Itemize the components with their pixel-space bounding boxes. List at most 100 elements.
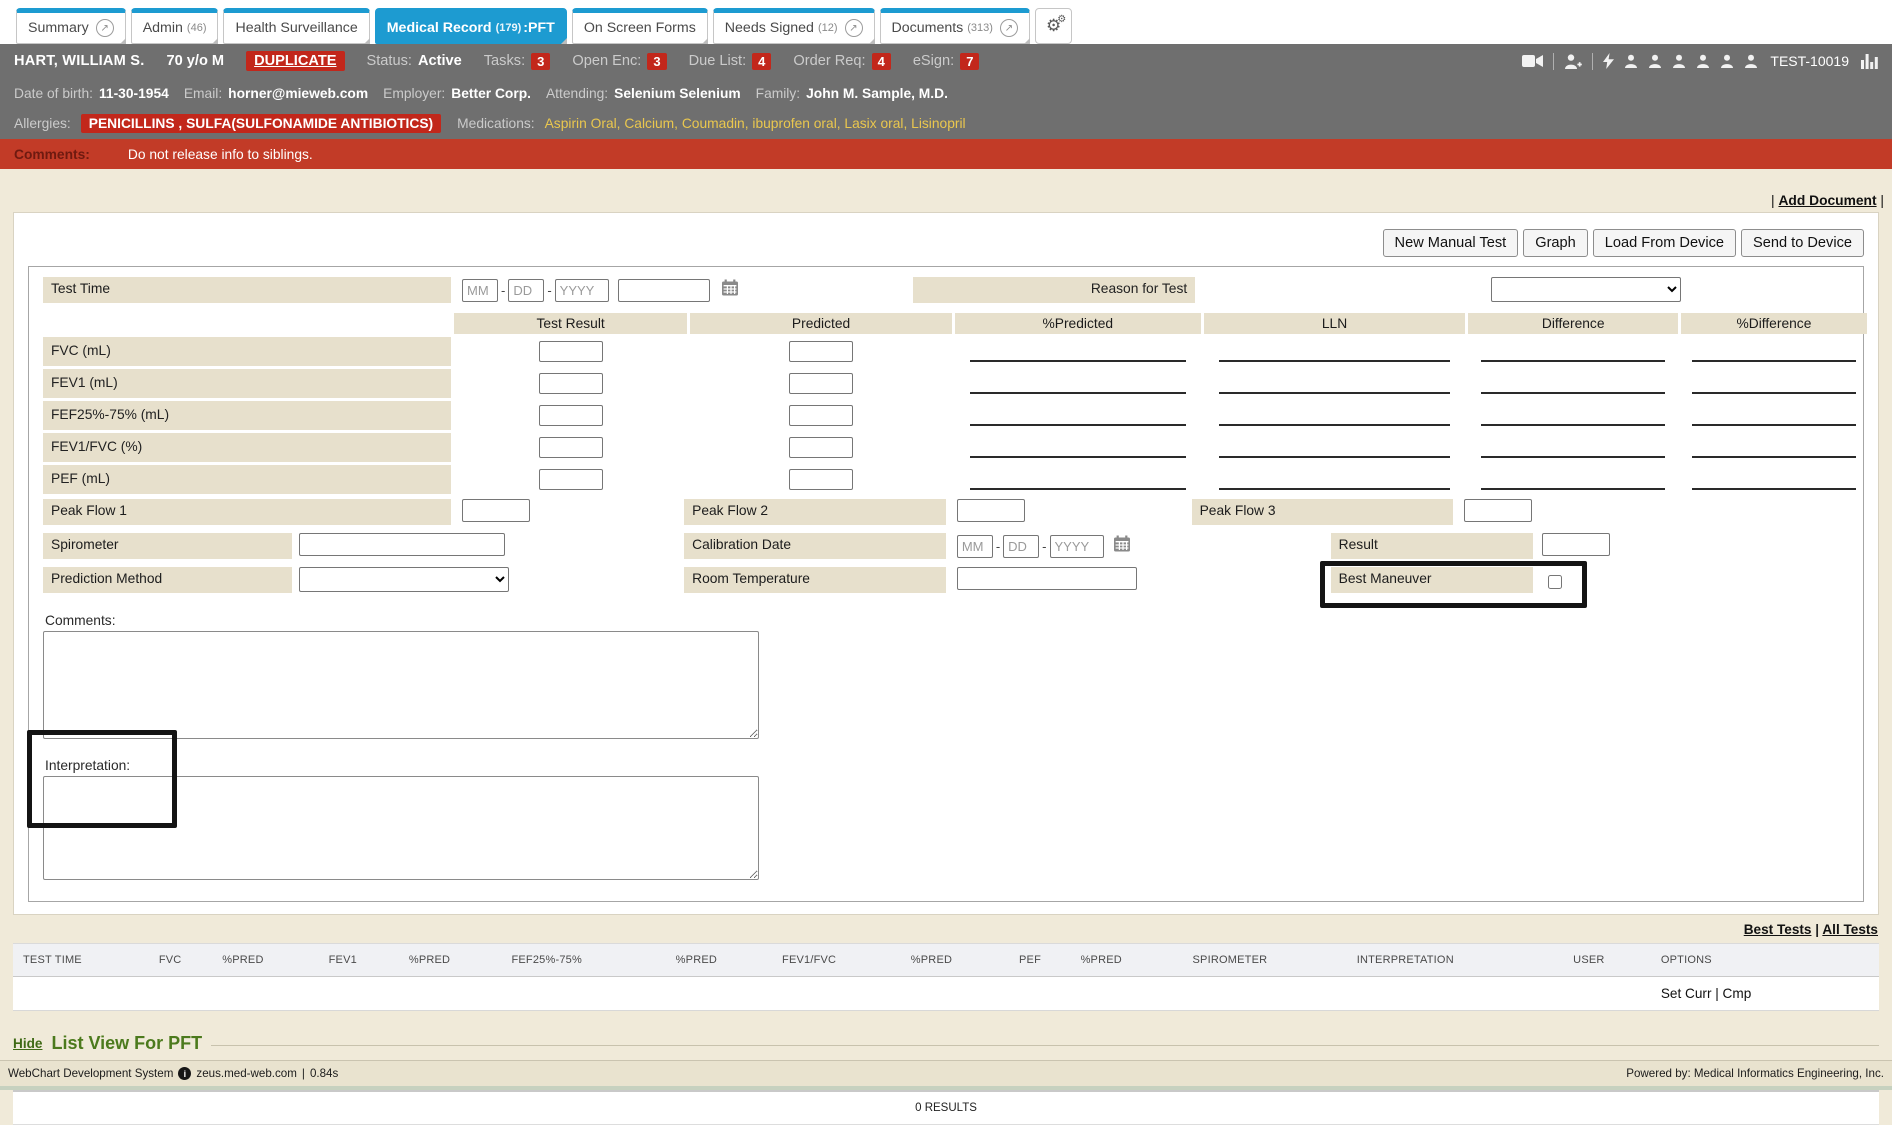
room-temperature-input[interactable]: [957, 567, 1138, 590]
tab-bar: Summary ↗ Admin (46) Health Surveillance…: [0, 0, 1892, 44]
footer-bar: WebChart Development System i zeus.med-w…: [0, 1060, 1892, 1086]
pef-predicted-input[interactable]: [789, 469, 853, 490]
open-chart-icon[interactable]: ↗: [1000, 19, 1018, 37]
graph-button[interactable]: Graph: [1523, 229, 1588, 257]
set-curr-cmp-links[interactable]: Set Curr | Cmp: [1657, 977, 1879, 1011]
order-req-badge[interactable]: 4: [872, 53, 891, 70]
fev1fvc-pct-difference-blank: [1681, 433, 1867, 462]
tab-label: Health Surveillance: [235, 20, 357, 36]
allergies-label: Allergies:: [14, 116, 71, 131]
bar-chart-icon[interactable]: [1861, 54, 1878, 69]
col-header-predicted: Predicted: [690, 313, 952, 334]
tab-summary[interactable]: Summary ↗: [16, 8, 126, 44]
video-visit-icon[interactable]: [1522, 54, 1543, 68]
peak-flow-3-input[interactable]: [1464, 499, 1532, 522]
fef-test-result-input[interactable]: [539, 405, 603, 426]
test-time-year-input[interactable]: [555, 279, 609, 302]
employer-label: Employer:: [383, 86, 445, 101]
calibration-day-input[interactable]: [1003, 535, 1039, 558]
tab-count: (179): [496, 22, 522, 34]
pef-test-result-input[interactable]: [539, 469, 603, 490]
reason-for-test-select[interactable]: [1491, 277, 1681, 302]
user-icon[interactable]: [1744, 54, 1758, 68]
fev1fvc-predicted-input[interactable]: [789, 437, 853, 458]
medications-list: Aspirin Oral, Calcium, Coumadin, ibuprof…: [545, 116, 966, 131]
due-list-badge[interactable]: 4: [752, 53, 771, 70]
interpretation-label: Interpretation:: [45, 758, 1849, 773]
fvc-pct-predicted-blank: [955, 337, 1201, 366]
fev1-predicted-input[interactable]: [789, 373, 853, 394]
allergies-badge[interactable]: PENICILLINS , SULFA(SULFONAMIDE ANTIBIOT…: [81, 114, 441, 133]
tasks-badge[interactable]: 3: [531, 53, 550, 70]
user-icon[interactable]: [1624, 54, 1638, 68]
results-col-pred3: %PRED: [672, 944, 778, 977]
add-person-icon[interactable]: [1564, 54, 1582, 69]
open-chart-icon[interactable]: ↗: [96, 19, 114, 37]
test-time-month-input[interactable]: [462, 279, 498, 302]
test-time-time-input[interactable]: [618, 279, 710, 302]
user-icon[interactable]: [1672, 54, 1686, 68]
open-enc-label: Open Enc:: [572, 53, 641, 69]
tab-needs-signed[interactable]: Needs Signed (12) ↗: [713, 8, 875, 44]
duplicate-flag[interactable]: DUPLICATE: [246, 51, 344, 71]
settings-gears-button[interactable]: ⚙ ⚙: [1035, 8, 1072, 44]
results-col-pred5: %PRED: [1077, 944, 1189, 977]
user-icon[interactable]: [1648, 54, 1662, 68]
col-header-pct-predicted: %Predicted: [955, 313, 1201, 334]
fev1fvc-test-result-input[interactable]: [539, 437, 603, 458]
fef-predicted-input[interactable]: [789, 405, 853, 426]
fvc-test-result-input[interactable]: [539, 341, 603, 362]
lightning-icon[interactable]: [1603, 53, 1614, 69]
calibration-month-input[interactable]: [957, 535, 993, 558]
peak-flow-3-label: Peak Flow 3: [1192, 499, 1454, 525]
tab-on-screen-forms[interactable]: On Screen Forms: [572, 8, 708, 44]
hide-link[interactable]: Hide: [13, 1036, 42, 1051]
open-chart-icon[interactable]: ↗: [845, 19, 863, 37]
calendar-icon[interactable]: [1113, 535, 1131, 557]
dob-label: Date of birth:: [14, 86, 93, 101]
calendar-icon[interactable]: [721, 279, 739, 301]
all-tests-link[interactable]: All Tests: [1822, 922, 1878, 937]
spirometer-input[interactable]: [299, 533, 505, 556]
prediction-method-select[interactable]: [299, 567, 508, 592]
results-col-pred2: %PRED: [405, 944, 508, 977]
test-time-day-input[interactable]: [508, 279, 544, 302]
tab-medical-record[interactable]: Medical Record (179) :PFT: [375, 8, 567, 44]
interpretation-textarea[interactable]: [43, 776, 759, 880]
result-input[interactable]: [1542, 533, 1610, 556]
new-manual-test-button[interactable]: New Manual Test: [1383, 229, 1519, 257]
send-to-device-button[interactable]: Send to Device: [1741, 229, 1864, 257]
add-document-link[interactable]: Add Document: [1778, 193, 1876, 208]
peak-flow-2-label: Peak Flow 2: [684, 499, 946, 525]
fev1-lln-blank: [1204, 369, 1466, 398]
open-enc-badge[interactable]: 3: [647, 53, 666, 70]
email-label: Email:: [184, 86, 222, 101]
info-icon[interactable]: i: [178, 1067, 191, 1080]
dob-value: 11-30-1954: [99, 86, 169, 101]
load-from-device-button[interactable]: Load From Device: [1593, 229, 1736, 257]
footer-load-time: 0.84s: [310, 1067, 338, 1080]
list-view-title: List View For PFT: [51, 1033, 202, 1054]
reason-for-test-label-cell: Reason for Test: [913, 277, 1195, 303]
comments-textarea[interactable]: [43, 631, 759, 739]
tab-label: Admin: [143, 20, 183, 36]
user-icon[interactable]: [1696, 54, 1710, 68]
best-maneuver-checkbox[interactable]: [1548, 575, 1562, 589]
fef-pct-predicted-blank: [955, 401, 1201, 430]
tab-documents[interactable]: Documents (313) ↗: [880, 8, 1030, 44]
best-tests-link[interactable]: Best Tests: [1744, 922, 1812, 937]
tab-admin[interactable]: Admin (46): [131, 8, 219, 44]
calibration-year-input[interactable]: [1050, 535, 1104, 558]
fev1-test-result-input[interactable]: [539, 373, 603, 394]
results-col-fev1: FEV1: [325, 944, 405, 977]
user-icon[interactable]: [1720, 54, 1734, 68]
row-label-fev1: FEV1 (mL): [43, 369, 451, 398]
family-value: John M. Sample, M.D.: [806, 86, 948, 101]
fvc-predicted-input[interactable]: [789, 341, 853, 362]
esign-badge[interactable]: 7: [960, 53, 979, 70]
results-col-test-time: TEST TIME: [13, 944, 155, 977]
peak-flow-2-input[interactable]: [957, 499, 1025, 522]
tasks-label: Tasks:: [484, 53, 525, 69]
tab-health-surveillance[interactable]: Health Surveillance: [223, 8, 369, 44]
peak-flow-1-input[interactable]: [462, 499, 530, 522]
